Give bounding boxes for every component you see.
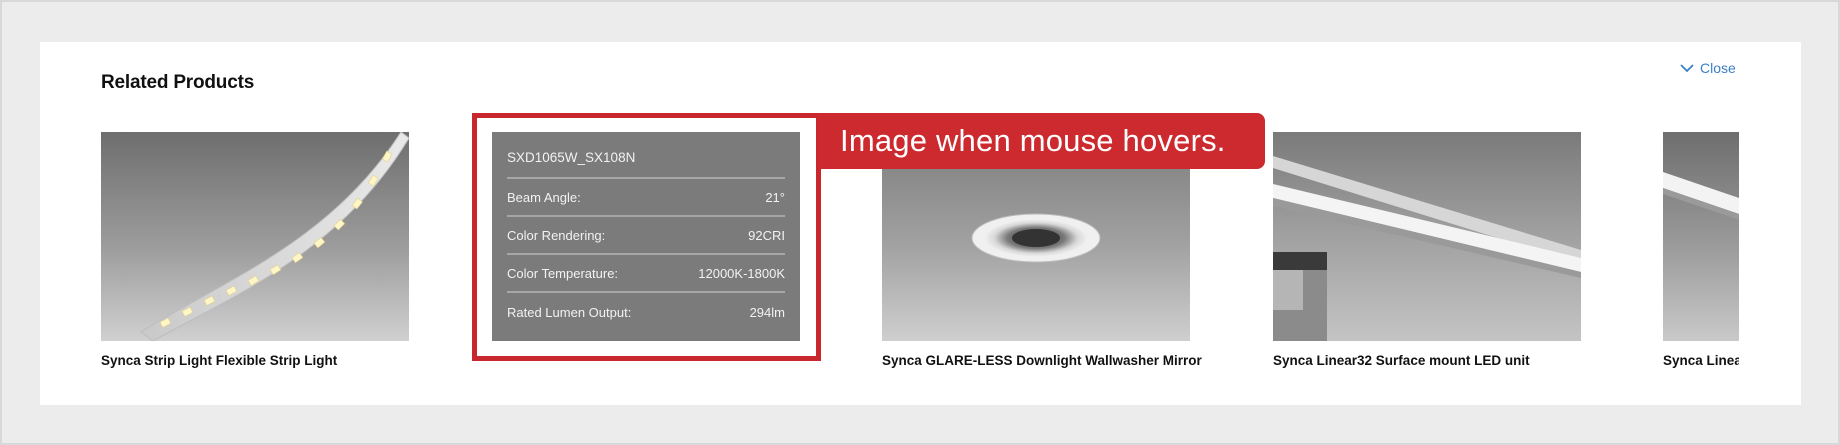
linear-light-image [1663, 172, 1739, 220]
related-products-panel: Related Products Close Synca Strip Light… [40, 42, 1801, 405]
product-card-strip-light[interactable]: Synca Strip Light Flexible Strip Light [101, 132, 421, 369]
strip-light-image [140, 132, 409, 341]
product-name[interactable]: Synca Linea [1663, 352, 1739, 369]
product-name[interactable]: Synca Strip Light Flexible Strip Light [101, 352, 421, 369]
spec-label: Beam Angle: [507, 189, 581, 205]
spec-row-color-rendering: Color Rendering: 92CRI [507, 217, 785, 255]
product-card-linear32[interactable]: Synca Linear32 Surface mount LED unit [1273, 132, 1593, 369]
spec-value: 294lm [749, 304, 785, 320]
spec-row-rated-lumen: Rated Lumen Output: 294lm [507, 293, 785, 331]
hover-annotation-callout: Image when mouse hovers. [818, 113, 1265, 169]
spec-label: Rated Lumen Output: [507, 304, 632, 320]
product-card-hovered[interactable]: SXD1065W_SX108N Beam Angle: 21° Color Re… [492, 132, 800, 341]
spec-value: 92CRI [748, 227, 785, 243]
linear-light-image [1273, 156, 1581, 341]
close-button[interactable]: Close [1680, 60, 1736, 76]
close-label: Close [1700, 60, 1736, 76]
product-image[interactable] [101, 132, 409, 341]
product-name[interactable]: Synca GLARE-LESS Downlight Wallwasher Mi… [882, 352, 1202, 369]
chevron-down-icon [1680, 64, 1694, 73]
product-image[interactable] [1273, 132, 1581, 341]
spec-row-color-temperature: Color Temperature: 12000K-1800K [507, 255, 785, 293]
spec-label: Color Temperature: [507, 265, 619, 281]
spec-row-beam-angle: Beam Angle: 21° [507, 179, 785, 217]
product-image[interactable] [1663, 132, 1739, 341]
product-hover-specs[interactable]: SXD1065W_SX108N Beam Angle: 21° Color Re… [492, 132, 800, 341]
spec-value: 21° [765, 189, 785, 205]
spec-label: Color Rendering: [507, 227, 606, 243]
section-title: Related Products [101, 72, 255, 93]
spec-value: 12000K-1800K [698, 265, 785, 281]
product-card-linear-partial[interactable]: Synca Linea [1663, 132, 1739, 369]
product-name[interactable]: Synca Linear32 Surface mount LED unit [1273, 352, 1593, 369]
product-model: SXD1065W_SX108N [507, 150, 785, 179]
